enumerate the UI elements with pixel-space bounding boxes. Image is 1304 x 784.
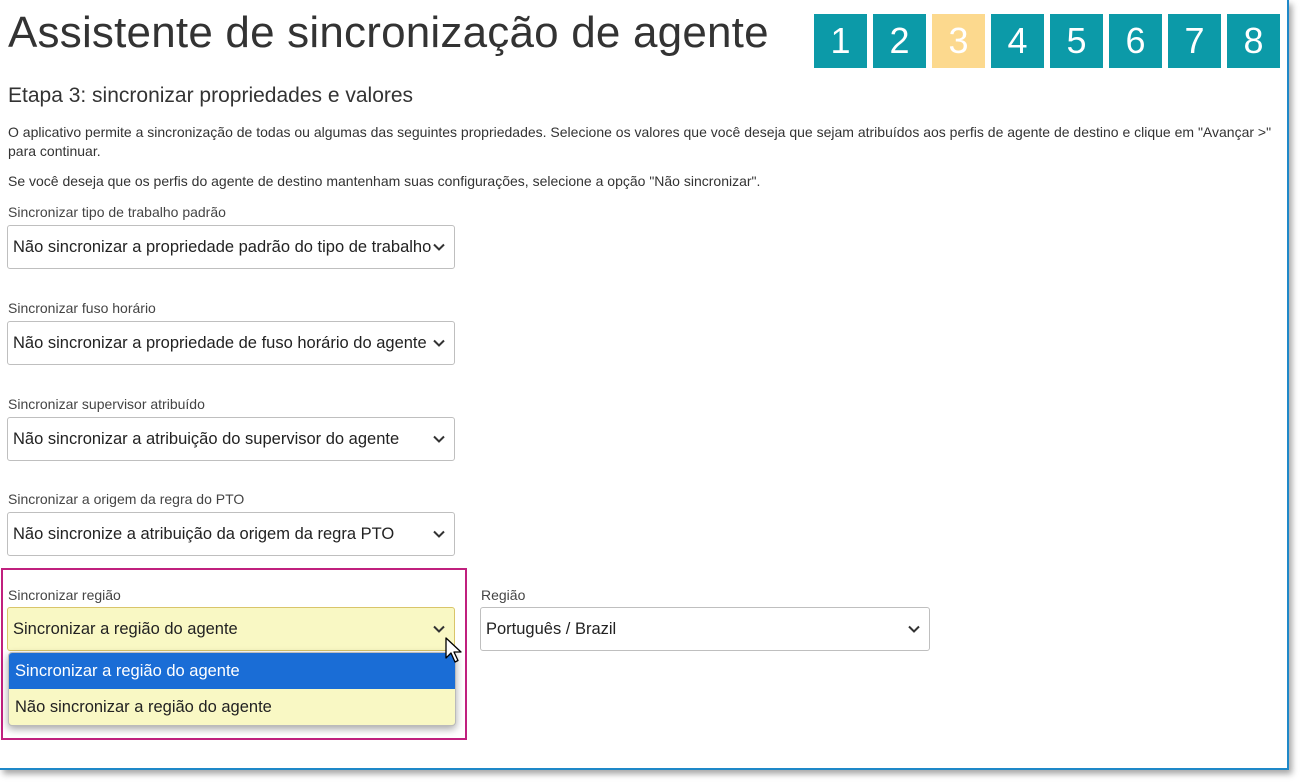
sync-region-label: Sincronizar região [8, 587, 121, 603]
step-1[interactable]: 1 [814, 14, 867, 68]
chevron-down-icon [433, 243, 445, 251]
page-title: Assistente de sincronização de agente [8, 8, 769, 57]
sync-region-value: Sincronizar a região do agente [13, 619, 238, 638]
sync-region-option-sync[interactable]: Sincronizar a região do agente [9, 653, 455, 689]
supervisor-value: Não sincronizar a atribuição do supervis… [13, 429, 400, 448]
sync-region-select[interactable]: Sincronizar a região do agente [7, 607, 455, 651]
sync-region-option-no-sync[interactable]: Não sincronizar a região do agente [9, 689, 455, 725]
step-7[interactable]: 7 [1168, 14, 1221, 68]
step-2[interactable]: 2 [873, 14, 926, 68]
sync-region-dropdown: Sincronizar a região do agente Não sincr… [8, 652, 456, 726]
time-zone-select[interactable]: Não sincronizar a propriedade de fuso ho… [7, 321, 455, 365]
step-5[interactable]: 5 [1050, 14, 1103, 68]
note-text: Se você deseja que os perfis do agente d… [8, 173, 761, 189]
step-8[interactable]: 8 [1227, 14, 1280, 68]
chevron-down-icon [433, 339, 445, 347]
region-label: Região [481, 587, 526, 603]
work-type-label: Sincronizar tipo de trabalho padrão [8, 204, 226, 220]
chevron-down-icon [908, 625, 920, 633]
step-6[interactable]: 6 [1109, 14, 1162, 68]
step-subtitle: Etapa 3: sincronizar propriedades e valo… [8, 84, 414, 107]
work-type-value: Não sincronizar a propriedade padrão do … [13, 237, 432, 256]
supervisor-label: Sincronizar supervisor atribuído [8, 396, 205, 412]
step-4[interactable]: 4 [991, 14, 1044, 68]
pto-value: Não sincronize a atribuição da origem da… [13, 524, 395, 543]
intro-text: O aplicativo permite a sincronização de … [8, 124, 1272, 159]
chevron-down-icon [433, 625, 445, 633]
region-select[interactable]: Português / Brazil [480, 607, 930, 651]
time-zone-label: Sincronizar fuso horário [8, 300, 156, 316]
chevron-down-icon [433, 435, 445, 443]
step-3-current[interactable]: 3 [932, 14, 985, 68]
step-indicator: 1 2 3 4 5 6 7 8 [814, 14, 1280, 68]
time-zone-value: Não sincronizar a propriedade de fuso ho… [13, 333, 427, 352]
region-value: Português / Brazil [486, 619, 617, 638]
mouse-pointer-icon [445, 637, 462, 663]
work-type-select[interactable]: Não sincronizar a propriedade padrão do … [7, 225, 455, 269]
chevron-down-icon [433, 530, 445, 538]
pto-select[interactable]: Não sincronize a atribuição da origem da… [7, 512, 455, 556]
supervisor-select[interactable]: Não sincronizar a atribuição do supervis… [7, 417, 455, 461]
pto-label: Sincronizar a origem da regra do PTO [8, 491, 245, 507]
